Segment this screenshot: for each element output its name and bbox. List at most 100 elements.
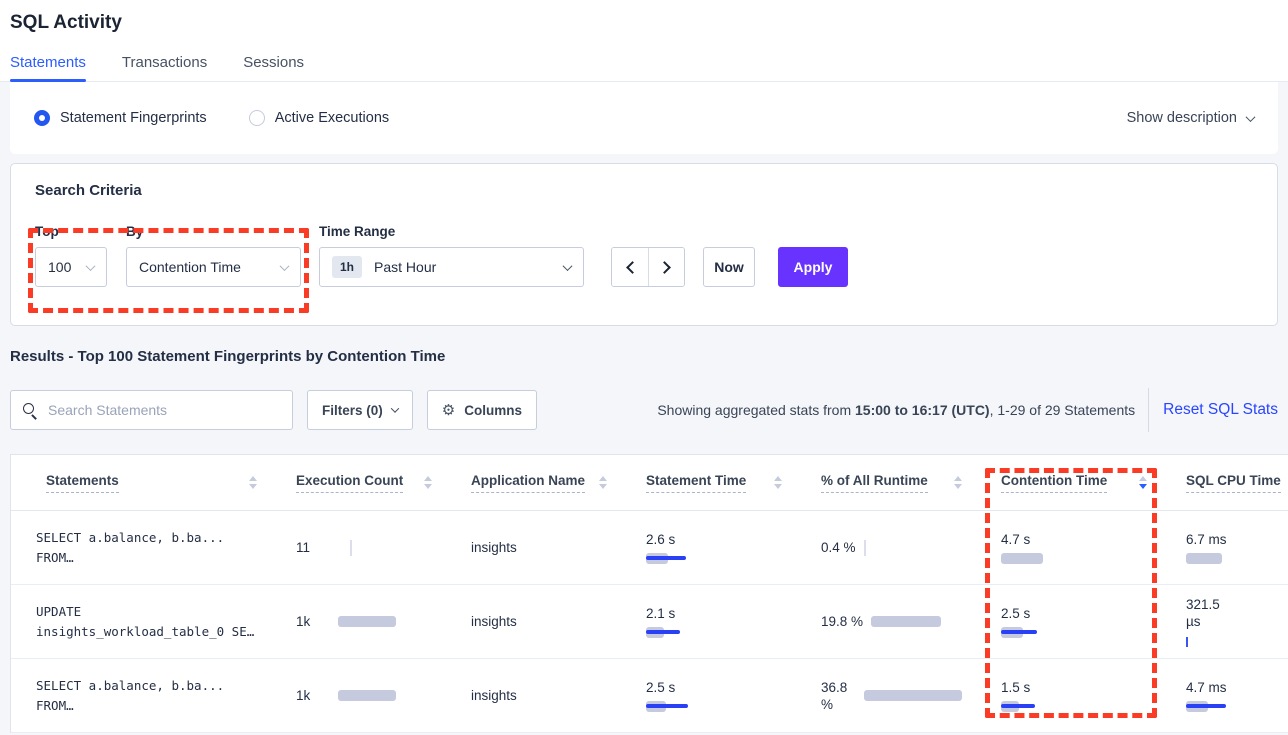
radio-unselected-icon <box>249 110 265 126</box>
statement-time-bar <box>646 627 680 638</box>
execution-count-cell: 1k <box>271 687 446 704</box>
application-name-cell: insights <box>446 613 621 630</box>
show-description-label: Show description <box>1127 110 1237 126</box>
pct-runtime-bar <box>864 690 962 701</box>
toolbar-right: Showing aggregated stats from 15:00 to 1… <box>657 388 1278 432</box>
sort-icon <box>249 476 257 489</box>
by-select[interactable]: Contention Time <box>126 247 301 287</box>
results-heading: Results - Top 100 Statement Fingerprints… <box>10 348 1278 366</box>
radio-label: Active Executions <box>275 110 389 126</box>
sql-cpu-tick <box>1186 637 1188 647</box>
table-header-row: Statements Execution Count Application N… <box>11 455 1288 511</box>
by-field: By Contention Time <box>107 224 301 287</box>
time-range-field: Time Range 1h Past Hour <box>301 224 584 287</box>
statement-time-bar <box>646 553 686 564</box>
radio-label: Statement Fingerprints <box>60 110 207 126</box>
time-range-value: Past Hour <box>374 259 436 275</box>
radio-selected-icon <box>34 110 50 126</box>
columns-button[interactable]: ⚙ Columns <box>427 390 537 430</box>
tab-sessions[interactable]: Sessions <box>243 54 304 81</box>
sql-cpu-bar <box>1186 701 1226 712</box>
execution-count-cell: 11 <box>271 539 446 556</box>
time-range-label: Time Range <box>319 224 584 241</box>
previous-range-button[interactable] <box>612 248 648 286</box>
top-field: Top 100 <box>35 224 107 287</box>
sort-icon <box>774 476 782 489</box>
columns-label: Columns <box>464 403 522 418</box>
table-row[interactable]: SELECT a.balance, b.ba... FROM… 1k insig… <box>11 659 1288 733</box>
tab-transactions[interactable]: Transactions <box>122 54 207 81</box>
tab-bar: Statements Transactions Sessions <box>0 54 1288 82</box>
execution-bar <box>338 690 396 701</box>
next-range-button[interactable] <box>648 248 684 286</box>
column-header-execution-count[interactable]: Execution Count <box>271 473 446 493</box>
by-select-value: Contention Time <box>139 259 241 275</box>
sort-icon <box>599 476 607 489</box>
contention-time-bar <box>1001 627 1037 638</box>
statement-time-cell: 2.6 s <box>621 531 796 564</box>
column-header-sql-cpu-time[interactable]: SQL CPU Time <box>1161 473 1288 493</box>
column-header-statement-time[interactable]: Statement Time <box>621 473 796 493</box>
sql-cpu-time-cell: 321.5 µs <box>1161 596 1288 647</box>
chevron-down-icon <box>391 404 399 412</box>
contention-time-bar <box>1001 701 1035 712</box>
column-header-pct-runtime[interactable]: % of All Runtime <box>796 473 976 493</box>
view-toggle-bar: Statement Fingerprints Active Executions… <box>10 82 1278 154</box>
chevron-left-icon <box>626 261 639 274</box>
aggregated-stats-text: Showing aggregated stats from 15:00 to 1… <box>657 402 1135 418</box>
search-statements-box <box>10 390 293 430</box>
time-nav-group <box>611 247 685 287</box>
tab-statements[interactable]: Statements <box>10 54 86 81</box>
show-description-toggle[interactable]: Show description <box>1127 110 1254 126</box>
statement-cell[interactable]: SELECT a.balance, b.ba... FROM… <box>11 528 271 568</box>
time-range-badge: 1h <box>332 256 362 278</box>
sort-icon <box>954 476 962 489</box>
time-range-select[interactable]: 1h Past Hour <box>319 247 584 287</box>
contention-time-bar <box>1001 553 1043 564</box>
execution-bar <box>350 540 352 556</box>
chevron-down-icon <box>1246 112 1256 122</box>
chevron-right-icon <box>658 261 671 274</box>
column-header-statements[interactable]: Statements <box>11 473 271 493</box>
by-label: By <box>126 224 301 241</box>
contention-time-cell: 1.5 s <box>976 679 1161 712</box>
table-row[interactable]: SELECT a.balance, b.ba... FROM… 11 insig… <box>11 511 1288 585</box>
top-label: Top <box>35 224 107 241</box>
pct-runtime-bar <box>871 616 941 627</box>
pct-runtime-cell: 36.8 % <box>796 679 976 713</box>
search-criteria-heading: Search Criteria <box>35 182 1253 202</box>
reset-sql-stats-link[interactable]: Reset SQL Stats <box>1163 401 1278 419</box>
sql-cpu-time-cell: 6.7 ms <box>1161 531 1288 564</box>
apply-button[interactable]: Apply <box>778 247 848 287</box>
filters-button[interactable]: Filters (0) <box>307 390 413 430</box>
now-button[interactable]: Now <box>703 247 755 287</box>
contention-time-cell: 4.7 s <box>976 531 1161 564</box>
top-select[interactable]: 100 <box>35 247 107 287</box>
statement-time-cell: 2.5 s <box>621 679 796 712</box>
statement-time-cell: 2.1 s <box>621 605 796 638</box>
statement-cell[interactable]: UPDATE insights_workload_table_0 SE… <box>11 602 271 642</box>
search-icon <box>23 403 38 418</box>
search-criteria-card: Search Criteria Top 100 By Contention Ti… <box>10 163 1278 326</box>
application-name-cell: insights <box>446 539 621 556</box>
gear-icon: ⚙ <box>442 403 455 418</box>
application-name-cell: insights <box>446 687 621 704</box>
vertical-divider <box>1148 388 1149 432</box>
sort-icon <box>424 476 432 489</box>
statement-cell[interactable]: SELECT a.balance, b.ba... FROM… <box>11 676 271 716</box>
sql-activity-page: SQL Activity Statements Transactions Ses… <box>0 0 1288 735</box>
sort-icon-active-desc <box>1139 476 1147 489</box>
page-title: SQL Activity <box>0 12 1288 34</box>
column-header-contention-time[interactable]: Contention Time <box>976 473 1161 493</box>
column-header-application-name[interactable]: Application Name <box>446 473 621 493</box>
table-row[interactable]: UPDATE insights_workload_table_0 SE… 1k … <box>11 585 1288 659</box>
search-statements-input[interactable] <box>48 402 280 418</box>
radio-statement-fingerprints[interactable]: Statement Fingerprints <box>34 110 207 126</box>
statements-table: Statements Execution Count Application N… <box>10 454 1288 733</box>
execution-count-cell: 1k <box>271 613 446 630</box>
contention-time-cell: 2.5 s <box>976 605 1161 638</box>
radio-active-executions[interactable]: Active Executions <box>249 110 389 126</box>
pct-runtime-cell: 19.8 % <box>796 613 976 630</box>
pct-runtime-bar <box>864 540 866 556</box>
search-criteria-form: Top 100 By Contention Time Time Range 1h… <box>35 224 1253 287</box>
